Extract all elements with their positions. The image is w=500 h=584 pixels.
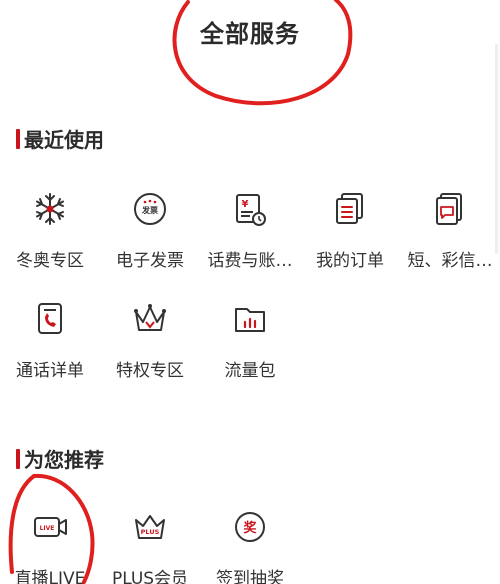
service-checkin-lottery[interactable]: 奖 签到抽奖 [201, 508, 299, 584]
message-record-icon [436, 193, 462, 225]
service-my-orders[interactable]: 我的订单 [301, 190, 399, 290]
service-privileges[interactable]: 特权专区 [101, 300, 199, 400]
invoice-icon-text: 发票 [141, 205, 158, 215]
service-label: PLUS会员 [111, 569, 189, 584]
service-label: 签到抽奖 [216, 569, 284, 584]
service-label: 流量包 [224, 361, 276, 381]
section-recent-title: 最近使用 [24, 128, 104, 152]
invoice-icon: 发票 [134, 193, 166, 225]
service-label: 直播LIVE [14, 569, 86, 584]
call-record-icon [38, 303, 62, 334]
page-title: 全部服务 [200, 20, 300, 48]
service-label: 通话详单 [16, 361, 84, 381]
crown-icon [134, 304, 166, 331]
live-camera-icon: LIVE [34, 517, 67, 537]
section-recommend: 为您推荐 [16, 444, 104, 473]
section-recommend-title: 为您推荐 [24, 448, 104, 472]
service-plus-member[interactable]: PLUS PLUS会员 [101, 508, 199, 584]
service-call-details[interactable]: 通话详单 [1, 300, 99, 400]
service-label: 冬奥专区 [16, 251, 84, 271]
snowflake-icon [36, 193, 64, 225]
service-e-invoice[interactable]: 发票 电子发票 [101, 190, 199, 290]
service-label: 电子发票 [116, 251, 184, 271]
service-label: 短、彩信… [407, 251, 493, 271]
service-bill[interactable]: ¥ 话费与账… [201, 190, 299, 290]
service-sms-mms[interactable]: 短、彩信… [401, 190, 499, 290]
service-data-package[interactable]: 流量包 [201, 300, 299, 400]
section-accent-bar [16, 128, 20, 149]
service-label: 特权专区 [116, 361, 184, 381]
service-label: 我的订单 [316, 251, 384, 271]
live-icon-text: LIVE [40, 525, 55, 532]
section-accent-bar [16, 448, 20, 469]
lottery-icon-text: 奖 [243, 520, 257, 536]
service-winter-olympics[interactable]: 冬奥专区 [1, 190, 99, 290]
svg-text:¥: ¥ [242, 199, 249, 210]
service-live[interactable]: LIVE 直播LIVE [1, 508, 99, 584]
section-recent: 最近使用 [16, 124, 104, 153]
bill-icon: ¥ [236, 194, 266, 226]
plus-crown-icon: PLUS [135, 515, 165, 539]
lottery-icon: 奖 [235, 512, 265, 542]
orders-icon [336, 193, 363, 224]
plus-icon-text: PLUS [141, 528, 160, 536]
data-folder-icon [235, 308, 265, 332]
service-label: 话费与账… [207, 251, 293, 271]
